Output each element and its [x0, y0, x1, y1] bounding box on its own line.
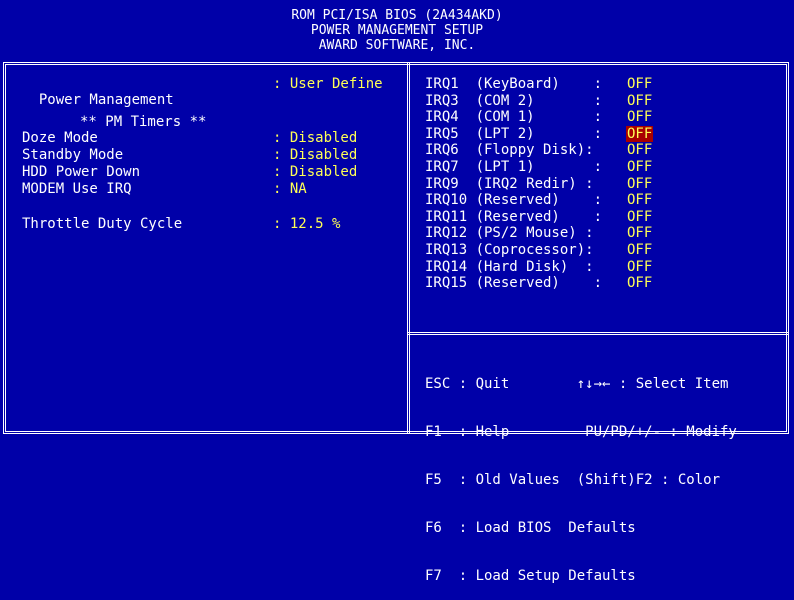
bios-title: ROM PCI/ISA BIOS (2A434AKD) — [291, 8, 503, 23]
help-line-setup-defaults: F7 : Load Setup Defaults — [425, 568, 636, 584]
irq-value[interactable]: OFF — [626, 176, 653, 192]
irq-value[interactable]: OFF — [626, 225, 653, 241]
help-panel: ESC : Quit ↑↓→← : Select Item F1 : Help … — [425, 344, 737, 600]
irq-label: IRQ4 (COM 1) : — [425, 109, 603, 126]
help-divider — [407, 332, 789, 335]
irq-value-selected[interactable]: OFF — [626, 125, 654, 142]
irq-label: IRQ10 (Reserved) : — [425, 192, 603, 209]
irq-label: IRQ13 (Coprocessor): — [425, 242, 594, 258]
pm-timers-heading: ** PM Timers ** — [80, 114, 207, 130]
modem-use-irq-value[interactable]: : NA — [273, 181, 307, 197]
irq-value[interactable]: OFF — [626, 242, 653, 258]
irq-label: IRQ9 (IRQ2 Redir) : — [425, 175, 594, 192]
irq-label: IRQ15 (Reserved) : — [425, 275, 603, 292]
throttle-duty-cycle-label: Throttle Duty Cycle — [22, 216, 183, 232]
irq-label: IRQ12 (PS/2 Mouse) : — [425, 225, 594, 242]
help-line-bios-defaults: F6 : Load BIOS Defaults — [425, 520, 636, 536]
standby-mode-label: Standby Mode — [22, 147, 124, 163]
irq-value[interactable]: OFF — [626, 209, 653, 225]
help-line-help: F1 : Help PU/PD/+/- : Modify — [425, 424, 737, 440]
doze-mode-label: Doze Mode — [22, 130, 98, 146]
standby-mode-value[interactable]: : Disabled — [273, 147, 357, 163]
irq-label: IRQ6 (Floppy Disk): — [425, 142, 594, 159]
irq-value[interactable]: OFF — [626, 259, 653, 275]
irq-value[interactable]: OFF — [626, 192, 653, 208]
hdd-power-down-value[interactable]: : Disabled — [273, 164, 357, 180]
modem-use-irq-label: MODEM Use IRQ — [22, 181, 132, 197]
irq-label: IRQ7 (LPT 1) : — [425, 159, 603, 175]
vertical-divider — [407, 62, 410, 434]
irq-value[interactable]: OFF — [626, 109, 653, 125]
irq-label: IRQ5 (LPT 2) : — [425, 125, 603, 142]
power-management-value[interactable]: : User Define — [273, 76, 383, 92]
power-management-label: Power Management — [38, 92, 174, 108]
hdd-power-down-label: HDD Power Down — [22, 164, 141, 180]
irq-value[interactable]: OFF — [626, 159, 653, 175]
irq-value[interactable]: OFF — [626, 93, 653, 109]
irq-value[interactable]: OFF — [626, 142, 653, 158]
irq-value[interactable]: OFF — [626, 76, 653, 92]
vendor-name: AWARD SOFTWARE, INC. — [318, 38, 476, 53]
setup-title: POWER MANAGEMENT SETUP — [310, 23, 484, 38]
help-line-quit: ESC : Quit ↑↓→← : Select Item — [425, 376, 729, 392]
irq-label: IRQ14 (Hard Disk) : — [425, 258, 594, 275]
bios-header: ROM PCI/ISA BIOS (2A434AKD) POWER MANAGE… — [0, 0, 794, 62]
help-line-old-values: F5 : Old Values (Shift)F2 : Color — [425, 472, 721, 488]
irq-label: IRQ3 (COM 2) : — [425, 92, 603, 109]
irq-value[interactable]: OFF — [626, 275, 653, 291]
throttle-duty-cycle-value[interactable]: : 12.5 % — [273, 216, 340, 232]
power-management-setting[interactable]: Power Management — [22, 76, 174, 108]
doze-mode-value[interactable]: : Disabled — [273, 130, 357, 146]
irq-label: IRQ1 (KeyBoard) : — [425, 76, 603, 92]
irq-label: IRQ11 (Reserved) : — [425, 208, 603, 225]
